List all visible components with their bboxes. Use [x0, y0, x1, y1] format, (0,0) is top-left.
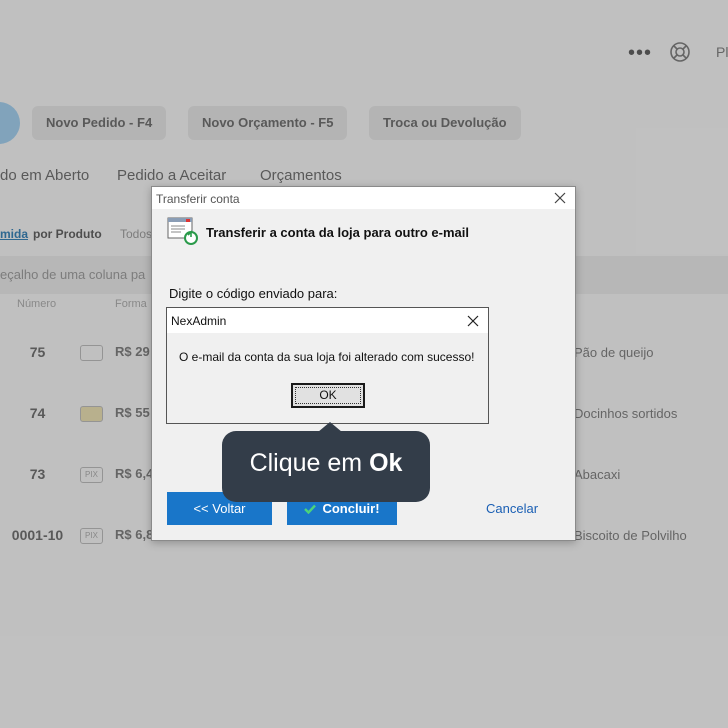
message-titlebar[interactable]: NexAdmin — [167, 308, 488, 333]
instruction-tooltip: Clique em Ok — [222, 422, 430, 502]
close-icon[interactable] — [466, 314, 480, 328]
nexadmin-message-box: NexAdmin O e-mail da conta da sua loja f… — [166, 307, 489, 424]
tooltip-emphasis: Ok — [369, 449, 403, 477]
dialog-title: Transferir conta — [156, 192, 240, 206]
cancel-link[interactable]: Cancelar — [486, 501, 538, 516]
email-transfer-icon — [167, 217, 198, 245]
close-icon[interactable] — [553, 191, 567, 205]
dialog-titlebar[interactable]: Transferir conta — [152, 187, 575, 209]
finish-button-label: Concluir! — [322, 501, 380, 516]
check-icon — [304, 504, 317, 514]
message-text: O e-mail da conta da sua loja foi altera… — [179, 350, 475, 364]
dialog-heading: Transferir a conta da loja para outro e-… — [206, 225, 469, 240]
ok-button[interactable]: OK — [291, 383, 365, 408]
code-prompt-label: Digite o código enviado para: — [169, 286, 338, 301]
tooltip-prefix: Clique em — [249, 449, 370, 477]
tooltip-text: Clique em Ok — [222, 449, 430, 478]
message-title: NexAdmin — [171, 314, 227, 328]
